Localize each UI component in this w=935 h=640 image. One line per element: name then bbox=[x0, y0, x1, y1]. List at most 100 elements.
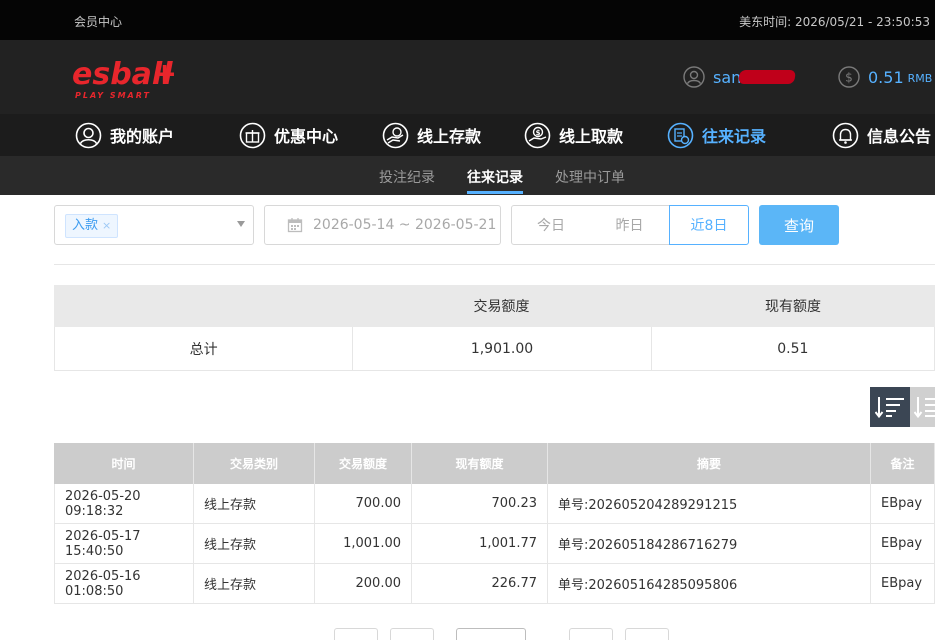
cell-amount: 1,001.00 bbox=[315, 524, 412, 563]
query-button[interactable]: 查询 bbox=[759, 205, 839, 245]
page-size-select[interactable] bbox=[456, 628, 526, 640]
nav-label: 信息公告 bbox=[867, 127, 932, 146]
nav-promotions[interactable]: 优惠中心 bbox=[239, 114, 338, 156]
table-row: 2026-05-16 01:08:50 线上存款 200.00 226.77 单… bbox=[54, 564, 935, 604]
transaction-type-select[interactable]: 入款 × bbox=[54, 205, 254, 245]
quick-8days-button[interactable]: 近8日 bbox=[669, 205, 749, 245]
date-range-picker[interactable]: 2026-05-14 ~ 2026-05-21 bbox=[264, 205, 501, 245]
balance-amount: 0.51 bbox=[868, 67, 904, 87]
quick-today-button[interactable]: 今日 bbox=[511, 205, 591, 245]
records-icon bbox=[667, 122, 694, 148]
cell-amount: 200.00 bbox=[315, 564, 412, 603]
bell-icon bbox=[832, 122, 859, 148]
svg-text:$: $ bbox=[536, 129, 541, 137]
cell-note: EBpay bbox=[871, 564, 935, 603]
gift-icon bbox=[239, 122, 266, 148]
nav-online-deposit[interactable]: 线上存款 bbox=[382, 114, 481, 156]
chevron-down-icon[interactable] bbox=[237, 221, 245, 227]
header: esball + PLAY SMART san $ 0.51 RMB bbox=[0, 40, 935, 114]
cell-type: 线上存款 bbox=[194, 564, 315, 603]
cell-note: EBpay bbox=[871, 524, 935, 563]
summary-header-amount: 交易额度 bbox=[473, 299, 530, 315]
wallet-balance[interactable]: $ 0.51 RMB bbox=[838, 66, 932, 88]
tag-remove-icon[interactable]: × bbox=[102, 219, 111, 232]
dollar-circle-icon: $ bbox=[838, 66, 860, 88]
nav-label: 往来记录 bbox=[702, 127, 767, 146]
balance-currency: RMB bbox=[907, 72, 933, 85]
subnav-transaction-records[interactable]: 往来记录 bbox=[467, 167, 523, 187]
withdraw-icon: $ bbox=[524, 122, 551, 148]
cell-summary: 单号:202605164285095806 bbox=[548, 564, 871, 603]
sort-descending-icon bbox=[875, 397, 904, 419]
col-header-amount[interactable]: 交易额度 bbox=[315, 443, 412, 484]
eastern-time: 美东时间: 2026/05/21 - 23:50:53 bbox=[739, 13, 930, 30]
col-header-note[interactable]: 备注 bbox=[871, 443, 935, 484]
quick-yesterday-button[interactable]: 昨日 bbox=[590, 205, 670, 245]
cell-time: 2026-05-16 01:08:50 bbox=[54, 564, 194, 603]
nav-online-withdraw[interactable]: $ 线上取款 bbox=[524, 114, 623, 156]
pagination bbox=[0, 628, 935, 640]
filter-bar: 入款 × 2026-05-14 ~ 2026-05-21 今日 昨日 近8日 查询 bbox=[0, 205, 935, 245]
svg-text:PLAY SMART: PLAY SMART bbox=[75, 91, 151, 100]
nav-transaction-records[interactable]: 往来记录 bbox=[667, 114, 766, 156]
nav-label: 我的账户 bbox=[110, 127, 175, 146]
col-header-balance[interactable]: 现有额度 bbox=[412, 443, 548, 484]
time-value: 2026/05/21 - 23:50:53 bbox=[794, 15, 930, 29]
cell-time: 2026-05-20 09:18:32 bbox=[54, 484, 194, 523]
cell-balance: 226.77 bbox=[412, 564, 548, 603]
date-range-value: 2026-05-14 ~ 2026-05-21 bbox=[313, 217, 497, 233]
subnav-pending-orders[interactable]: 处理中订单 bbox=[555, 167, 625, 187]
cell-summary: 单号:202605204289291215 bbox=[548, 484, 871, 523]
svg-text:$: $ bbox=[845, 71, 853, 85]
tag-label: 入款 bbox=[72, 218, 99, 233]
cell-amount: 700.00 bbox=[315, 484, 412, 523]
first-page-button[interactable] bbox=[334, 628, 378, 640]
divider bbox=[54, 264, 935, 265]
col-header-summary[interactable]: 摘要 bbox=[548, 443, 871, 484]
cell-type: 线上存款 bbox=[194, 484, 315, 523]
col-header-type[interactable]: 交易类别 bbox=[194, 443, 315, 484]
nav-label: 线上存款 bbox=[417, 127, 482, 146]
summary-total-amount: 1,901.00 bbox=[352, 327, 650, 370]
member-center-label[interactable]: 会员中心 bbox=[74, 13, 122, 30]
redacted-username bbox=[738, 70, 797, 84]
sort-desc-button[interactable] bbox=[870, 387, 910, 427]
cell-balance: 700.23 bbox=[412, 484, 548, 523]
summary-total-balance: 0.51 bbox=[650, 327, 934, 370]
nav-my-account[interactable]: 我的账户 bbox=[75, 114, 174, 156]
nav-announcements[interactable]: 信息公告 bbox=[832, 114, 931, 156]
subnav-bet-records[interactable]: 投注纪录 bbox=[379, 167, 435, 187]
summary-table: 交易额度 现有额度 总计 1,901.00 0.51 bbox=[54, 285, 935, 371]
prev-page-button[interactable] bbox=[390, 628, 434, 640]
deposit-icon bbox=[382, 122, 409, 148]
top-bar: 会员中心 美东时间: 2026/05/21 - 23:50:53 bbox=[0, 0, 935, 40]
cell-time: 2026-05-17 15:40:50 bbox=[54, 524, 194, 563]
cell-balance: 1,001.77 bbox=[412, 524, 548, 563]
sub-nav: 投注纪录 往来记录 处理中订单 bbox=[0, 156, 935, 195]
cell-summary: 单号:202605184286716279 bbox=[548, 524, 871, 563]
sort-asc-button[interactable] bbox=[910, 387, 935, 427]
username: san bbox=[713, 67, 742, 87]
cell-note: EBpay bbox=[871, 484, 935, 523]
user-icon bbox=[75, 122, 102, 148]
table-row: 2026-05-17 15:40:50 线上存款 1,001.00 1,001.… bbox=[54, 524, 935, 564]
user-circle-icon bbox=[683, 66, 705, 88]
esball-logo[interactable]: esball + PLAY SMART bbox=[72, 54, 182, 102]
summary-header-balance: 现有额度 bbox=[765, 299, 821, 315]
user-account[interactable]: san bbox=[683, 66, 797, 88]
sort-controls bbox=[870, 387, 935, 427]
col-header-time[interactable]: 时间 bbox=[54, 443, 194, 484]
summary-header-blank bbox=[54, 285, 352, 327]
transactions-table: 时间 交易类别 交易额度 现有额度 摘要 备注 2026-05-20 09:18… bbox=[54, 443, 935, 604]
sort-ascending-icon bbox=[914, 397, 935, 419]
summary-row: 总计 1,901.00 0.51 bbox=[54, 327, 935, 371]
svg-text:+: + bbox=[152, 57, 177, 92]
next-page-button[interactable] bbox=[569, 628, 613, 640]
main-nav: 我的账户 优惠中心 线上存款 $ 线上取款 往来记录 信息公告 bbox=[0, 114, 935, 156]
last-page-button[interactable] bbox=[625, 628, 669, 640]
calendar-icon bbox=[287, 218, 303, 233]
cell-type: 线上存款 bbox=[194, 524, 315, 563]
nav-label: 优惠中心 bbox=[274, 127, 339, 146]
table-row: 2026-05-20 09:18:32 线上存款 700.00 700.23 单… bbox=[54, 484, 935, 524]
table-header: 时间 交易类别 交易额度 现有额度 摘要 备注 bbox=[54, 443, 935, 484]
